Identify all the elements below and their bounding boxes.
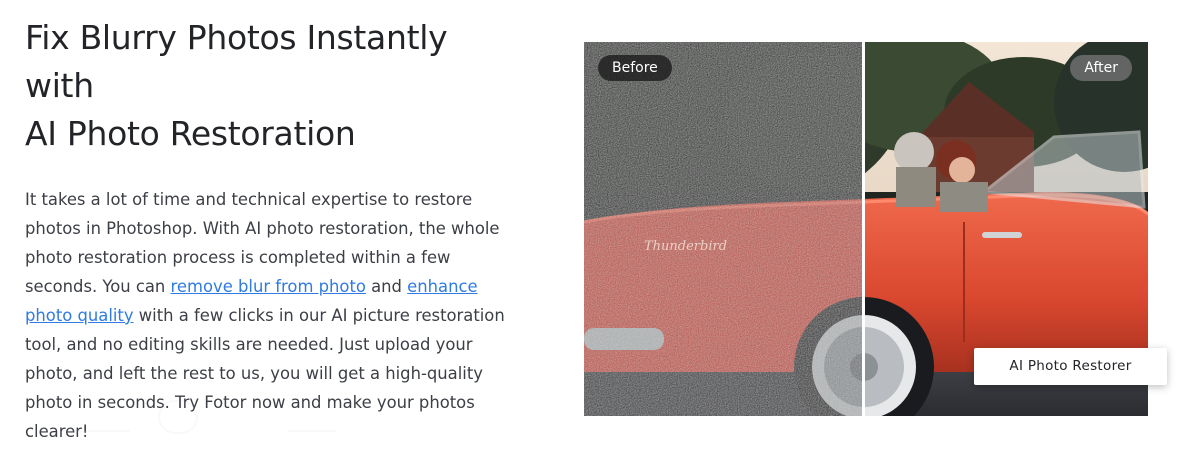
faded-decoration	[158, 400, 198, 434]
remove-blur-link[interactable]: remove blur from photo	[171, 277, 366, 296]
description-part-2: and	[365, 277, 408, 296]
page: Fix Blurry Photos Instantly with AI Phot…	[0, 0, 1197, 456]
title-line-2: AI Photo Restoration	[25, 114, 356, 153]
comparison-slider-handle[interactable]	[862, 42, 865, 416]
hero-text-block: Fix Blurry Photos Instantly with AI Phot…	[25, 14, 525, 446]
ai-photo-restorer-button[interactable]: AI Photo Restorer	[974, 348, 1167, 385]
faded-decoration	[288, 400, 336, 432]
before-badge: Before	[598, 55, 672, 81]
title-line-1: Fix Blurry Photos Instantly with	[25, 18, 448, 105]
page-title: Fix Blurry Photos Instantly with AI Phot…	[25, 14, 525, 158]
car-script: Thunderbird	[644, 239, 727, 254]
faded-decoration	[60, 400, 130, 432]
after-badge: After	[1070, 55, 1132, 81]
